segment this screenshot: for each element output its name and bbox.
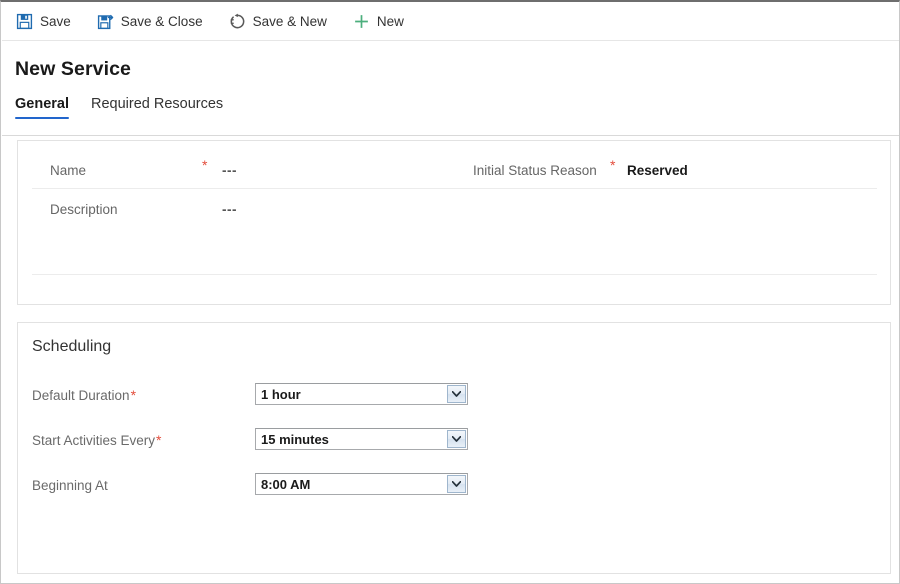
save-and-close-button-label: Save & Close <box>120 13 203 29</box>
page-title: New Service <box>15 58 132 80</box>
plus-icon <box>355 15 368 28</box>
description-field-value[interactable]: --- <box>222 202 237 217</box>
initial-status-reason-required-indicator: * <box>610 157 616 173</box>
save-button-label: Save <box>40 13 71 29</box>
scheduling-section-panel: Scheduling Default Duration* 1 hour Star… <box>17 322 891 574</box>
beginning-at-label: Beginning At <box>32 478 108 493</box>
save-icon <box>16 13 33 30</box>
start-activities-every-value: 15 minutes <box>261 431 329 447</box>
scheduling-section-title: Scheduling <box>32 338 112 355</box>
default-duration-label-text: Default Duration <box>32 388 130 403</box>
name-field-value[interactable]: --- <box>222 163 237 178</box>
beginning-at-value: 8:00 AM <box>261 476 311 492</box>
start-activities-every-label-text: Start Activities Every <box>32 433 156 448</box>
save-and-new-button[interactable]: Save & New <box>227 7 337 37</box>
initial-status-reason-field-label: Initial Status Reason <box>473 162 597 178</box>
field-row-start-activities-every: Start Activities Every* 15 minutes <box>32 428 877 453</box>
header-divider <box>2 135 899 136</box>
general-section-panel: Name * --- Initial Status Reason * Reser… <box>17 140 891 305</box>
record-form-window: Save Save & Close Save & New New New Ser… <box>0 0 900 584</box>
beginning-at-dropdown[interactable]: 8:00 AM <box>255 473 468 495</box>
default-duration-required-indicator: * <box>130 387 137 403</box>
field-row-default-duration: Default Duration* 1 hour <box>32 383 877 408</box>
name-field-label: Name <box>50 162 87 178</box>
general-row-divider-2 <box>32 274 877 275</box>
save-button[interactable]: Save <box>14 7 81 37</box>
tab-strip: General Required Resources <box>15 96 245 119</box>
description-field-label: Description <box>50 201 118 217</box>
save-and-new-icon <box>230 13 245 29</box>
default-duration-label: Default Duration* <box>32 388 136 403</box>
field-row-description: Description --- <box>50 195 470 223</box>
beginning-at-label-text: Beginning At <box>32 478 108 493</box>
start-activities-every-dropdown[interactable]: 15 minutes <box>255 428 468 450</box>
command-bar: Save Save & Close Save & New New <box>2 3 899 41</box>
initial-status-reason-field-value[interactable]: Reserved <box>627 163 688 178</box>
save-and-new-button-label: Save & New <box>252 13 327 29</box>
new-button-label: New <box>376 13 404 29</box>
name-required-indicator: * <box>202 157 208 173</box>
field-row-beginning-at: Beginning At 8:00 AM <box>32 473 877 498</box>
start-activities-every-label: Start Activities Every* <box>32 433 162 448</box>
chevron-down-icon[interactable] <box>447 430 466 448</box>
chevron-down-icon[interactable] <box>447 475 466 493</box>
default-duration-dropdown[interactable]: 1 hour <box>255 383 468 405</box>
chevron-down-icon[interactable] <box>447 385 466 403</box>
save-and-close-icon <box>97 14 114 30</box>
tab-general[interactable]: General <box>15 96 69 119</box>
default-duration-value: 1 hour <box>261 386 301 402</box>
field-row-name: Name * --- <box>50 156 470 184</box>
new-button[interactable]: New <box>351 7 414 37</box>
field-row-initial-status-reason: Initial Status Reason * Reserved <box>473 156 873 184</box>
tab-required-resources[interactable]: Required Resources <box>91 96 223 119</box>
save-and-close-button[interactable]: Save & Close <box>95 7 213 37</box>
start-activities-every-required-indicator: * <box>156 432 162 448</box>
general-row-divider-1 <box>32 188 877 189</box>
